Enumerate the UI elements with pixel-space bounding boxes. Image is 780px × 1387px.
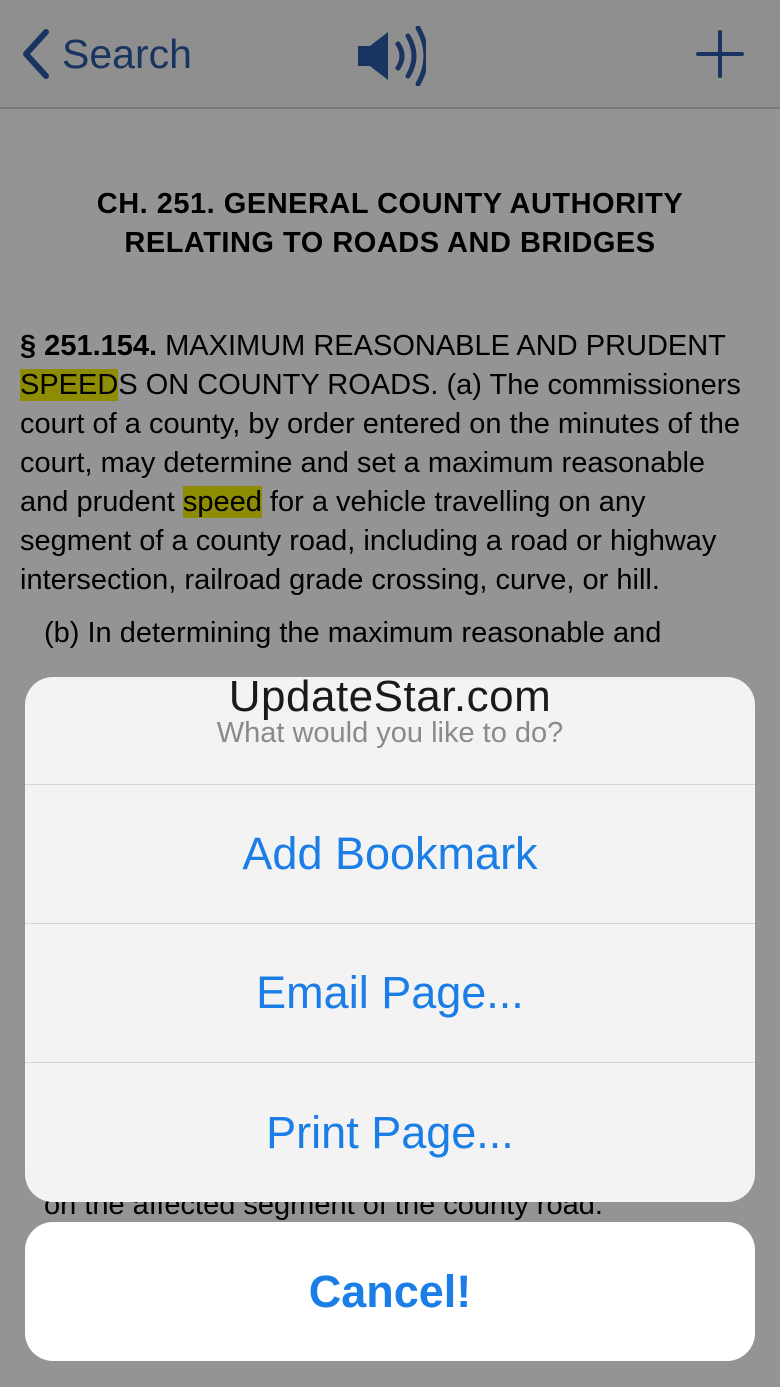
action-sheet: What would you like to do? Add Bookmark … xyxy=(25,677,755,1202)
print-page-button[interactable]: Print Page... xyxy=(25,1063,755,1202)
email-page-button[interactable]: Email Page... xyxy=(25,924,755,1063)
watermark: UpdateStar.com xyxy=(228,672,552,721)
add-bookmark-button[interactable]: Add Bookmark xyxy=(25,785,755,924)
cancel-button[interactable]: Cancel! xyxy=(25,1222,755,1361)
